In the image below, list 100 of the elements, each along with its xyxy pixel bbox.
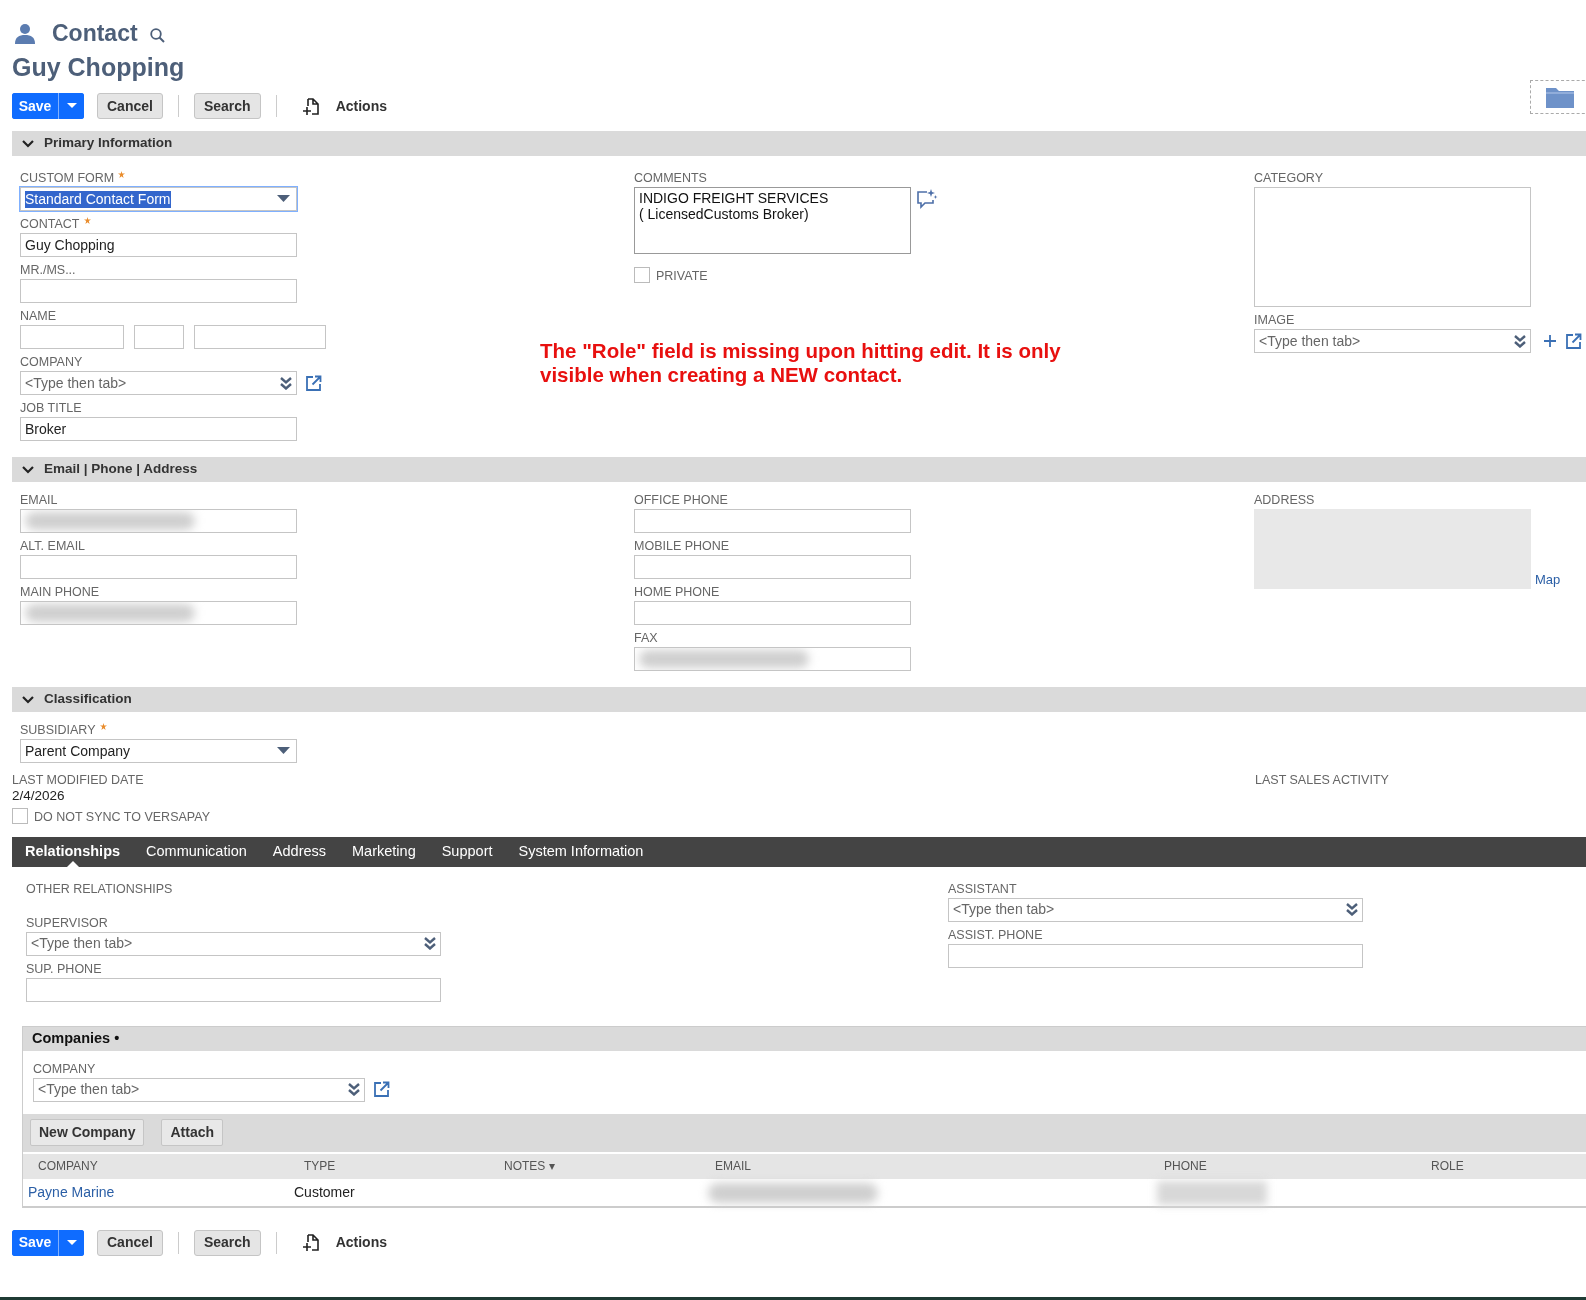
field-label: JOB TITLE [20,400,82,416]
checkbox-label: PRIVATE [656,268,708,285]
lookup-field[interactable]: <Type then tab> [26,931,441,956]
field-label: CONTACT [20,216,80,232]
field-label: COMPANY [20,354,83,370]
section-header[interactable]: Classification [12,687,1586,712]
field-label: IMAGE [1254,312,1295,328]
field-label: MAIN PHONE [20,584,100,600]
dropdown-arrow-icon[interactable] [277,195,290,203]
open-link-icon[interactable] [1565,332,1582,350]
person-icon [14,22,36,44]
map-link[interactable]: Map [1535,569,1561,589]
double-chevron-icon[interactable] [280,376,292,390]
chevron-icon[interactable] [22,695,34,704]
text-field[interactable] [634,509,911,533]
text-field[interactable] [20,555,297,579]
new-document-icon[interactable] [301,1233,320,1253]
double-chevron-icon[interactable] [1346,903,1358,917]
field-label: NAME [20,308,57,324]
record-title: Guy Chopping [12,52,186,82]
dropdown-field[interactable]: Standard Contact Form [20,187,297,211]
comments-textarea[interactable]: INDIGO FREIGHT SERVICES ( LicensedCustoms Broker) [634,187,911,254]
column-header[interactable]: COMPANY [23,1157,291,1176]
folder-button[interactable] [1530,80,1586,114]
section-header[interactable]: Primary Information [12,131,1586,156]
checkbox[interactable] [634,266,650,283]
open-link-icon[interactable] [305,374,322,392]
list-button[interactable]: Attach [161,1119,224,1147]
tab[interactable]: Relationships [25,836,121,867]
checkbox-label: DO NOT SYNC TO VERSAPAY [34,809,210,826]
text-field[interactable]: Guy Chopping [20,233,297,257]
field-value: INDIGO FREIGHT SERVICES ( LicensedCustoms Broker) [639,190,829,222]
record-type: Contact [52,18,138,48]
tab[interactable]: Address [272,836,327,867]
text-field[interactable] [634,647,911,671]
column-header[interactable]: ROLE [1424,1157,1586,1176]
field-value: Broker [25,419,67,439]
text-field[interactable] [634,601,911,625]
lookup-field[interactable]: <Type then tab> [20,371,297,395]
first-name-field[interactable] [20,325,124,349]
field-label: OFFICE PHONE [634,492,728,508]
field-label: COMMENTS [634,170,707,186]
section-title: Email | Phone | Address [44,460,198,479]
double-chevron-icon[interactable] [1514,334,1526,348]
field-label: SUPERVISOR [26,914,108,931]
tab[interactable]: Marketing [352,836,416,867]
field-label: CUSTOM FORM [20,170,115,186]
section-header[interactable]: Email | Phone | Address [12,457,1586,482]
dropdown-field[interactable]: Parent Company [20,739,297,763]
tab[interactable]: System Information [518,836,644,867]
field-value: Guy Chopping [25,235,115,255]
field-value: Parent Company [25,742,131,760]
text-field[interactable] [20,279,297,303]
tab[interactable]: Communication [146,836,247,867]
field-placeholder: <Type then tab> [31,934,133,954]
cancel-button[interactable]: Cancel [97,93,163,119]
subtab-title[interactable]: Companies • [32,1027,120,1050]
field-label: LAST SALES ACTIVITY [1255,773,1390,789]
column-header[interactable]: EMAIL [708,1157,1157,1176]
chevron-icon[interactable] [22,465,34,474]
search-button[interactable]: Search [193,1229,261,1256]
text-field[interactable] [20,601,297,625]
text-field[interactable] [20,509,297,533]
column-header[interactable]: NOTES ▾ [497,1157,708,1176]
text-field[interactable] [26,977,441,1002]
open-link-icon[interactable] [373,1081,390,1099]
cancel-button[interactable]: Cancel [97,1229,163,1256]
company-link[interactable]: Payne Marine [23,1182,291,1204]
tab[interactable]: Support [441,836,493,867]
list-button[interactable]: New Company [30,1119,145,1147]
field-placeholder: <Type then tab> [953,900,1055,920]
actions-menu[interactable]: Actions [335,1232,387,1254]
field-label: COMPANY [33,1060,96,1077]
middle-name-field[interactable] [134,325,184,349]
last-name-field[interactable] [194,325,326,349]
lookup-field[interactable]: <Type then tab> [1254,329,1531,353]
column-header[interactable]: PHONE [1157,1157,1424,1176]
add-icon[interactable] [1543,334,1557,348]
chat-sparkle-icon[interactable] [916,189,938,209]
chevron-icon[interactable] [22,139,34,148]
text-field[interactable]: Broker [20,417,297,441]
double-chevron-icon[interactable] [348,1083,360,1097]
annotation-note: The "Role" field is missing upon hitting edit. It is only visible when creating a NEW contact. [540,338,1062,387]
lookup-field[interactable]: <Type then tab> [948,897,1363,922]
checkbox[interactable] [12,807,28,824]
field-label: MR./MS... [20,262,76,278]
double-chevron-icon[interactable] [424,937,436,951]
field-label: EMAIL [20,492,58,508]
search-button[interactable]: Search [193,93,261,119]
new-document-icon[interactable] [301,96,320,116]
lookup-field[interactable]: <Type then tab> [33,1077,365,1102]
search-icon[interactable] [149,27,165,43]
field-value: 2/4/2026 [12,788,66,804]
actions-menu[interactable]: Actions [335,95,387,117]
column-header[interactable]: TYPE [291,1157,497,1176]
field-label: SUP. PHONE [26,960,102,977]
text-field[interactable] [948,943,1363,968]
field-label: FAX [634,630,658,646]
text-field[interactable] [634,555,911,579]
dropdown-arrow-icon[interactable] [277,747,290,755]
